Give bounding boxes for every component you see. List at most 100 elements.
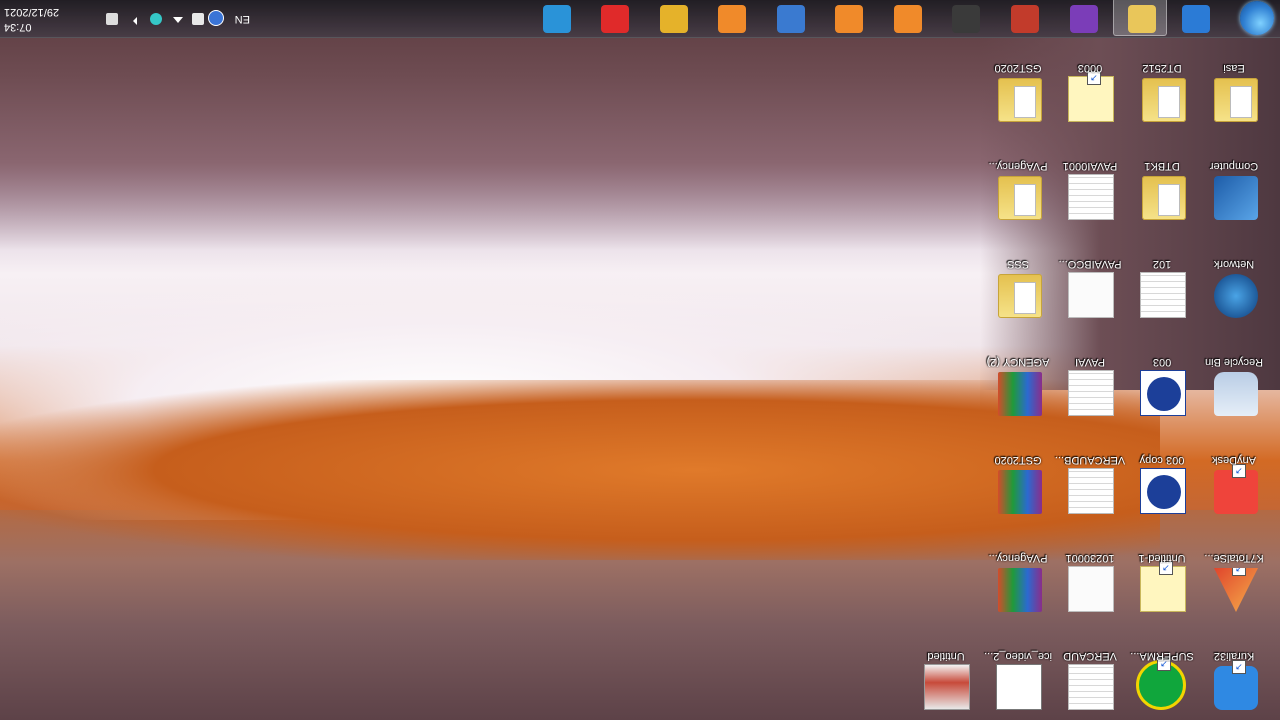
kurali-icon: ↗: [1214, 660, 1258, 710]
desktop-icon-label: Computer: [1209, 160, 1259, 172]
desktop-icon[interactable]: GST2020: [988, 44, 1060, 128]
network-status-icon[interactable]: [150, 13, 162, 25]
yellow-doc-icon: ↗: [1068, 71, 1114, 122]
blue-badge-icon: [1140, 468, 1186, 514]
media-player-icon[interactable]: [952, 5, 980, 33]
folder-icon: [1214, 78, 1258, 122]
show-hidden-icons-chevron-icon[interactable]: [173, 17, 183, 23]
desktop-icon-label: 003: [1152, 356, 1172, 368]
desktop-icon[interactable]: ↗ 0003: [1060, 44, 1132, 128]
desktop-icon-label: 10230001: [1065, 552, 1115, 564]
opera-icon[interactable]: [601, 5, 629, 33]
desktop-icon-label: PAVAI0001: [1062, 160, 1118, 172]
screenshot-tool-icon[interactable]: [894, 5, 922, 33]
desktop-icon-label: GST2020: [994, 454, 1042, 466]
file-explorer-icon[interactable]: [1128, 5, 1156, 33]
clock-time[interactable]: 07:34: [4, 21, 52, 33]
desktop-icon[interactable]: 10230001: [1060, 534, 1132, 618]
desktop-icon-label: Untitled-1: [1138, 552, 1186, 564]
taskbar: 07:34 29/12/2021 EN: [0, 0, 1280, 38]
folder-icon: [998, 176, 1042, 220]
anydesk-taskbar-icon[interactable]: [543, 5, 571, 33]
green-e-icon: ↗: [1136, 657, 1186, 710]
doc-icon: [1068, 272, 1114, 318]
visual-studio-icon[interactable]: [1070, 5, 1098, 33]
desktop-icon[interactable]: DTBK1: [1132, 142, 1204, 226]
winrar-icon: [998, 568, 1042, 612]
desktop-icon[interactable]: PAVAI: [1060, 338, 1132, 422]
desktop-icon[interactable]: 003: [1132, 338, 1204, 422]
help-icon[interactable]: [208, 10, 224, 26]
screen-recorder-icon[interactable]: [718, 5, 746, 33]
doc-lines-icon: [1068, 174, 1114, 220]
desktop-icon[interactable]: ice_video_2...: [984, 632, 1060, 716]
anydesk-icon: ↗: [1214, 464, 1258, 514]
desktop-icon-label: 003 copy: [1139, 454, 1185, 466]
desktop-icon-label: PAVAIBCO...: [1058, 258, 1122, 270]
desktop-icon[interactable]: Recycle Bin: [1204, 338, 1276, 422]
desktop-icon-label: PVAgency...: [988, 160, 1048, 172]
chrome-icon[interactable]: [660, 5, 688, 33]
desktop-icon[interactable]: PAVAI0001: [1060, 142, 1132, 226]
desktop-icon[interactable]: GST2020: [988, 436, 1060, 520]
desktop-icon[interactable]: ↗ SUPERMA...: [1130, 632, 1204, 716]
desktop-icon[interactable]: VERCAUDB...: [1055, 436, 1132, 520]
desktop-icon[interactable]: 102: [1132, 240, 1204, 324]
desktop-icon[interactable]: SSS: [988, 240, 1060, 324]
desktop-icon[interactable]: Easi: [1204, 44, 1276, 128]
desktop-icon-label: Kurali32: [1213, 650, 1255, 662]
volume-icon[interactable]: [133, 17, 137, 25]
recycle-icon: [1214, 372, 1258, 416]
desktop-icon[interactable]: Network: [1204, 240, 1276, 324]
network-icon: [1214, 274, 1258, 318]
shortcut-arrow-icon: ↗: [1232, 562, 1246, 576]
folder-icon: [1142, 78, 1186, 122]
desktop-icon[interactable]: ↗ K7TotalSe...: [1204, 534, 1276, 618]
desktop-icon-label: GST2020: [994, 62, 1042, 74]
desktop-icon[interactable]: ↗ AnyDesk: [1204, 436, 1276, 520]
desktop-icon-label: PAVAI: [1075, 356, 1105, 368]
desktop-icon[interactable]: DT2512: [1132, 44, 1204, 128]
desktop-icon[interactable]: ↗ Untitled-1: [1132, 534, 1204, 618]
image-viewer-icon[interactable]: [777, 5, 805, 33]
desktop-icon-label: PVAgency...: [988, 552, 1048, 564]
desktop-icon-label: AGENCY (2): [986, 356, 1050, 368]
desktop-icon[interactable]: VERCAUD: [1060, 632, 1132, 716]
pdf-tool-icon[interactable]: [1011, 5, 1039, 33]
desktop-icon-label: Easi: [1223, 62, 1245, 74]
computer-icon: [1214, 176, 1258, 220]
desktop-icon-label: SUPERMA...: [1130, 650, 1194, 662]
start-button-icon[interactable]: [1240, 1, 1274, 35]
winrar-icon: [998, 372, 1042, 416]
desktop-icon[interactable]: AGENCY (2): [987, 338, 1060, 422]
doc-lines-icon: [1068, 370, 1114, 416]
folder-icon: [998, 78, 1042, 122]
desktop-icon[interactable]: Computer: [1204, 142, 1276, 226]
language-indicator[interactable]: EN: [235, 13, 250, 25]
internet-explorer-icon[interactable]: [1182, 5, 1210, 33]
desktop-icon[interactable]: Untitled: [916, 632, 988, 716]
desktop-icon-label: Untitled: [927, 650, 965, 662]
desktop-icon-label: VERCAUD: [1063, 650, 1117, 662]
desktop-screen: ↗ Kurali32 ↗ K7TotalSe... ↗ AnyDesk Recycle Bi…: [0, 0, 1280, 720]
input-method-icon[interactable]: [192, 13, 204, 25]
desktop-icon-label: SSS: [1007, 258, 1030, 270]
shortcut-arrow-icon: ↗: [1232, 464, 1246, 478]
k7-icon: ↗: [1214, 568, 1258, 612]
desktop-icon-label: DTBK1: [1144, 160, 1180, 172]
desktop-icon[interactable]: 003 copy: [1132, 436, 1204, 520]
desktop-icon[interactable]: PVAgency...: [988, 142, 1060, 226]
blue-badge-icon: [1140, 370, 1186, 416]
slides-app-icon[interactable]: [835, 5, 863, 33]
desktop-icon-label: 0003: [1077, 62, 1103, 74]
desktop-icon-label: Network: [1213, 258, 1255, 270]
vid-doc-icon: [996, 664, 1042, 710]
folder-icon: [998, 274, 1042, 318]
desktop-icon[interactable]: ↗ Kurali32: [1204, 632, 1276, 716]
desktop-icon[interactable]: PAVAIBCO...: [1059, 240, 1132, 324]
desktop-icon[interactable]: PVAgency...: [988, 534, 1060, 618]
desktop-icon-label: DT2512: [1142, 62, 1182, 74]
desktop-icon-label: 102: [1152, 258, 1172, 270]
action-center-icon[interactable]: [106, 13, 118, 25]
clock-date[interactable]: 29/12/2021: [4, 6, 82, 18]
